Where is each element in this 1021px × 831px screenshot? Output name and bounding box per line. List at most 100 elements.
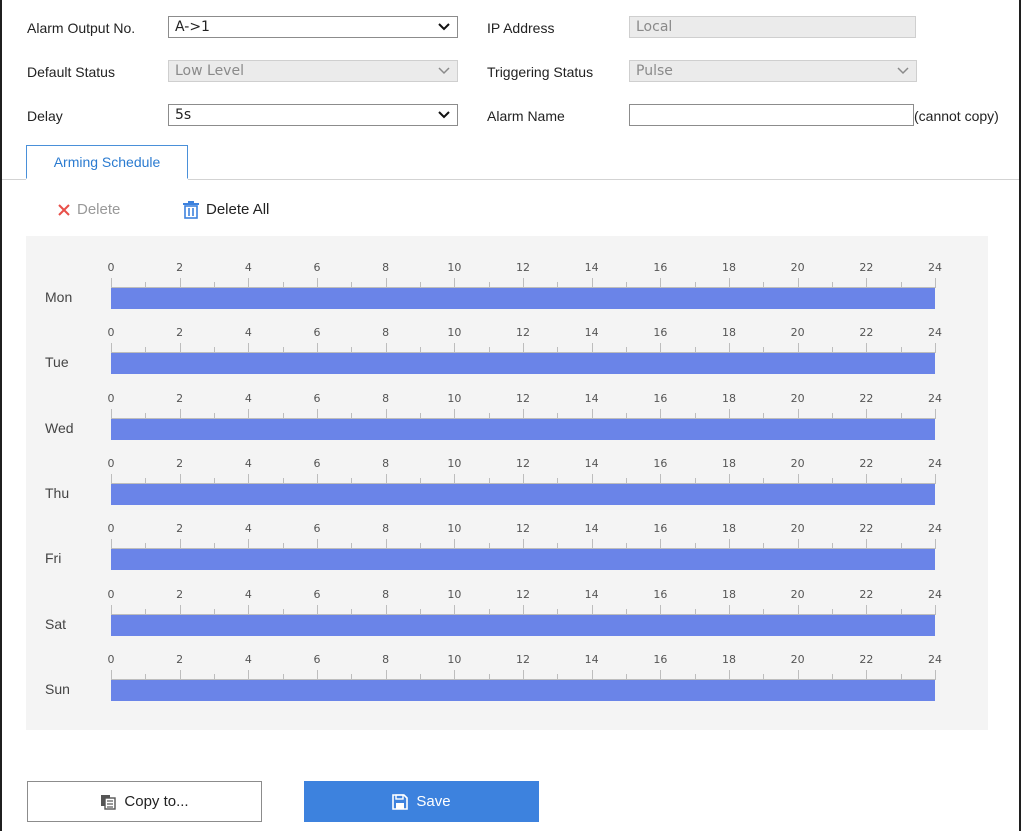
chevron-down-icon [438, 111, 450, 119]
hour-tick-label: 16 [653, 522, 668, 536]
hour-tick-label: 22 [859, 587, 874, 601]
hour-tick-label: 20 [790, 456, 805, 470]
hour-tick-label: 4 [244, 261, 252, 274]
hour-tick-label: 18 [722, 522, 736, 536]
hour-tick-label: 0 [107, 261, 115, 274]
alarm-name-note: (cannot copy) [914, 108, 999, 124]
hour-tick-label: 18 [722, 326, 736, 340]
hour-tick-label: 2 [176, 587, 184, 601]
copy-to-button[interactable]: Copy to... [27, 781, 262, 822]
schedule-bar[interactable] [111, 353, 935, 375]
ip-address-label: IP Address [487, 20, 555, 36]
hour-tick-label: 22 [859, 522, 874, 536]
hour-tick-label: 24 [928, 261, 942, 274]
hour-tick-label: 12 [516, 456, 530, 470]
hour-tick-mark [935, 408, 936, 419]
schedule-row-mon: 0 2 4 6 8 10 12 14 16 18 20 22 24 Mon [26, 258, 988, 324]
tab-arming-schedule[interactable]: Arming Schedule [26, 145, 188, 179]
hour-tick-label: 6 [313, 652, 321, 666]
hour-tick-label: 0 [107, 652, 115, 666]
delay-label: Delay [27, 108, 63, 124]
tab-divider [2, 179, 26, 180]
hour-tick-label: 4 [244, 326, 252, 340]
schedule-row-tue: 0 2 4 6 8 10 12 14 16 18 20 22 24 Tue [26, 323, 988, 389]
hour-tick-label: 14 [584, 261, 599, 274]
hour-tick-label: 6 [313, 261, 321, 274]
hour-tick-label: 2 [176, 391, 184, 405]
hour-tick-mark [935, 669, 936, 680]
alarm-name-input[interactable] [629, 104, 914, 126]
schedule-bar[interactable] [111, 679, 935, 701]
hour-tick-label: 14 [584, 652, 599, 666]
hour-tick-label: 8 [382, 652, 390, 666]
hour-tick-label: 2 [176, 456, 184, 470]
schedule-row-thu: 0 2 4 6 8 10 12 14 16 18 20 22 24 Thu [26, 454, 988, 520]
hour-tick-label: 16 [653, 456, 668, 470]
hour-tick-label: 12 [516, 522, 530, 536]
chevron-down-icon [897, 67, 909, 75]
hour-tick-label: 24 [928, 456, 942, 470]
hour-tick-label: 16 [653, 391, 668, 405]
hour-tick-label: 18 [722, 456, 736, 470]
schedule-bar[interactable] [111, 483, 935, 505]
hour-tick-mark [935, 278, 936, 288]
hour-tick-label: 24 [928, 587, 942, 601]
hour-tick-label: 14 [584, 587, 599, 601]
ip-address-value: Local [636, 19, 673, 35]
hour-tick-mark [935, 604, 936, 615]
arming-schedule-grid[interactable]: 0 2 4 6 8 10 12 14 16 18 20 22 24 Mon 0 2 4 6 8 10 12 14 16 18 2… [26, 236, 988, 730]
schedule-bar[interactable] [111, 549, 935, 571]
hour-tick-label: 20 [790, 261, 805, 274]
hour-tick-label: 8 [382, 456, 390, 470]
hour-tick-label: 12 [516, 652, 530, 666]
hour-tick-label: 2 [176, 652, 184, 666]
day-label: Fri [45, 550, 62, 567]
hour-tick-label: 10 [447, 456, 462, 470]
schedule-row-sun: 0 2 4 6 8 10 12 14 16 18 20 22 24 Sun [26, 650, 988, 716]
default-status-value: Low Level [175, 63, 244, 79]
schedule-bar[interactable] [111, 614, 935, 636]
hour-tick-label: 12 [516, 261, 530, 274]
day-label: Wed [45, 419, 74, 436]
delay-value: 5s [175, 107, 192, 123]
triggering-status-label: Triggering Status [487, 64, 594, 80]
floppy-disk-icon [392, 793, 409, 810]
alarm-output-no-select[interactable]: A->1 [168, 16, 458, 38]
hour-tick-label: 20 [790, 522, 805, 536]
hour-tick-label: 0 [107, 456, 115, 470]
hour-tick-label: 0 [107, 587, 115, 601]
hour-tick-label: 18 [722, 391, 736, 405]
hour-tick-label: 10 [447, 587, 462, 601]
delete-button[interactable]: Delete [57, 198, 120, 222]
hour-tick-label: 0 [107, 522, 115, 536]
hour-tick-label: 24 [928, 522, 942, 536]
save-button[interactable]: Save [304, 781, 539, 822]
schedule-row-fri: 0 2 4 6 8 10 12 14 16 18 20 22 24 Fri [26, 519, 988, 585]
hour-tick-label: 4 [244, 652, 252, 666]
hour-tick-label: 14 [584, 522, 599, 536]
day-label: Mon [45, 289, 73, 305]
tab-divider [188, 179, 1019, 180]
hour-tick-label: 24 [928, 391, 942, 405]
delay-select[interactable]: 5s [168, 104, 458, 126]
window-frame-left [0, 0, 2, 831]
hour-tick-label: 18 [722, 261, 736, 274]
hour-tick-label: 22 [859, 652, 874, 666]
hour-tick-label: 6 [313, 391, 321, 405]
ip-address-field: Local [629, 16, 916, 38]
schedule-bar[interactable] [111, 418, 935, 440]
hour-tick-label: 4 [244, 522, 252, 536]
delete-all-button[interactable]: Delete All [182, 198, 269, 222]
schedule-bar[interactable] [111, 288, 935, 309]
day-label: Sun [45, 680, 70, 697]
hour-tick-label: 20 [790, 391, 805, 405]
hour-tick-label: 10 [447, 326, 462, 340]
hour-tick-label: 2 [176, 522, 184, 536]
hour-tick-label: 22 [859, 261, 874, 274]
hour-tick-label: 14 [584, 391, 599, 405]
hour-tick-label: 16 [653, 587, 668, 601]
triggering-status-select: Pulse [629, 60, 917, 82]
hour-tick-label: 4 [244, 587, 252, 601]
hour-tick-mark [935, 539, 936, 550]
alarm-output-no-label: Alarm Output No. [27, 20, 136, 36]
